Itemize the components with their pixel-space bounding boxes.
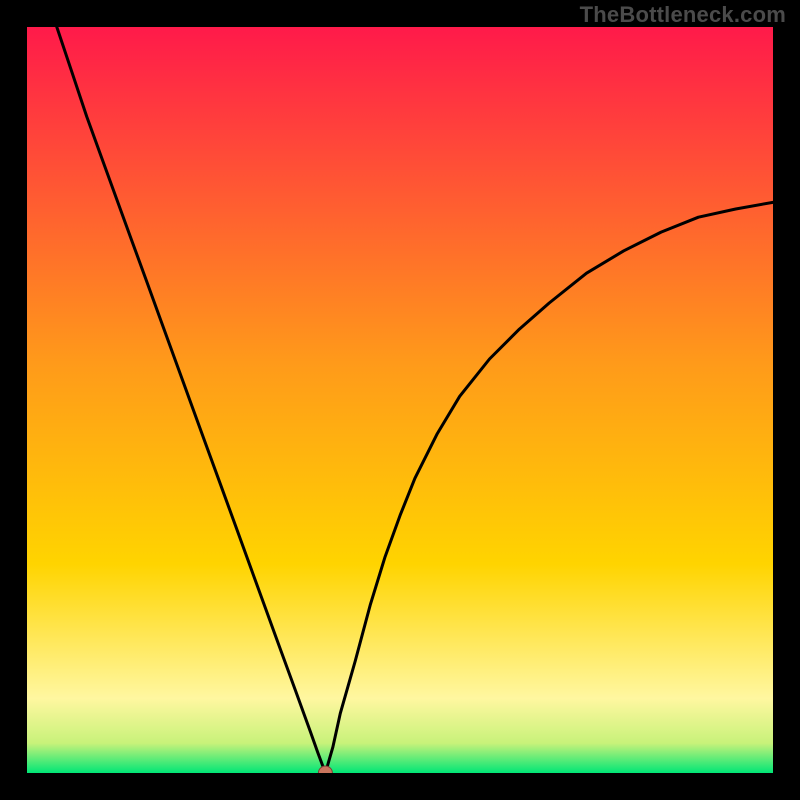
plot-area — [27, 27, 773, 773]
gradient-background — [27, 27, 773, 773]
watermark-label: TheBottleneck.com — [580, 2, 786, 28]
chart-frame: TheBottleneck.com — [0, 0, 800, 800]
chart-svg — [27, 27, 773, 773]
